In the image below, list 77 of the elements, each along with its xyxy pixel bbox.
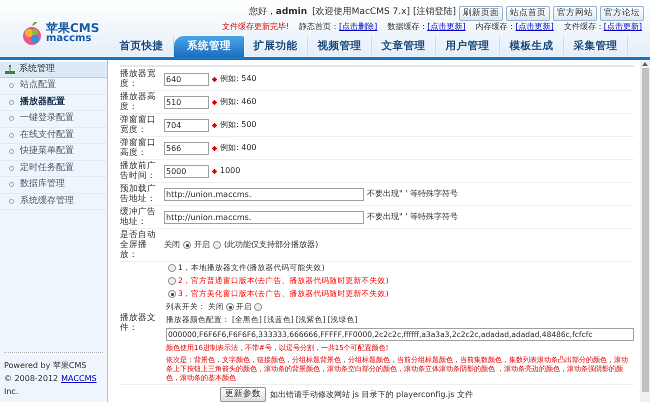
- sidebar-title: 系统管理: [19, 62, 55, 76]
- text-input[interactable]: 640: [164, 72, 209, 86]
- footer-text: Inc.: [4, 386, 20, 398]
- cache-label: 内存缓存：: [476, 21, 516, 33]
- field-label: 是否自动全屏播放：: [120, 230, 157, 260]
- hint-text: 例如: 500: [220, 119, 257, 131]
- cache-label: 数据缓存：: [387, 21, 428, 33]
- logo-title: 苹果CMS: [46, 22, 100, 34]
- menu-tab[interactable]: 采集管理: [564, 36, 628, 57]
- menu-tab[interactable]: 视频管理: [308, 36, 372, 57]
- cache-status-message: 文件缓存更新完毕!: [222, 21, 289, 33]
- radio-button[interactable]: [254, 303, 262, 311]
- cache-link[interactable]: [点击更新]: [516, 21, 554, 33]
- text-input[interactable]: 566: [164, 142, 209, 154]
- header-button[interactable]: 站点首页: [506, 6, 550, 20]
- scrollbar[interactable]: [640, 60, 650, 402]
- radio-button[interactable]: [183, 241, 191, 249]
- hint-text: 例如: 540: [220, 73, 257, 85]
- sidebar-item[interactable]: 数据库管理: [0, 177, 107, 194]
- logo-subtitle: maccms: [46, 34, 92, 44]
- radio-button[interactable]: [168, 264, 176, 272]
- sidebar-item[interactable]: 定时任务配置: [0, 160, 107, 177]
- sidebar-item[interactable]: 系统缓存管理: [0, 194, 107, 210]
- menu-tab[interactable]: 系统管理: [174, 36, 244, 57]
- header-button[interactable]: 刷新页面: [459, 6, 503, 20]
- cache-link[interactable]: [点击更新]: [604, 21, 642, 33]
- hint-text: 不要出现" ' 等特殊字符号: [367, 211, 458, 223]
- note-text: (此功能仅支持部分播放器): [224, 239, 318, 251]
- footer-link[interactable]: MACCMS: [61, 372, 97, 385]
- cache-link[interactable]: [点击更新]: [427, 21, 466, 33]
- sidebar-item[interactable]: 快捷菜单配置: [0, 144, 107, 160]
- radio-button[interactable]: [168, 290, 176, 298]
- header-button[interactable]: 官方网站: [553, 6, 597, 20]
- sitemap-icon: [5, 65, 15, 74]
- welcome-text: [欢迎使用MacCMS 7.x]: [312, 6, 410, 20]
- text-input[interactable]: 510: [164, 96, 209, 108]
- field-label: 播放器宽度：: [120, 69, 157, 89]
- cache-label: 文件缓存：: [564, 21, 604, 33]
- option-label: 关闭: [164, 239, 180, 251]
- radio-button[interactable]: [168, 277, 176, 285]
- menu-tab[interactable]: 扩展功能: [244, 36, 308, 57]
- field-label: 弹窗窗口高度：: [120, 138, 157, 158]
- field-label: 弹窗窗口宽度：: [120, 115, 157, 135]
- sidebar-item[interactable]: 一键登录配置: [0, 111, 107, 128]
- text-input[interactable]: 5000: [164, 164, 209, 178]
- field-label: 缓冲广告地址：: [120, 207, 157, 227]
- update-button[interactable]: 更新参数: [220, 387, 266, 402]
- menu-tab[interactable]: 文章管理: [372, 36, 436, 57]
- copyright-text: © 2008-2012: [4, 373, 58, 385]
- header-button[interactable]: 官方论坛: [600, 6, 644, 20]
- sidebar-item[interactable]: 播放器配置: [0, 94, 107, 111]
- radio-button[interactable]: [226, 303, 234, 311]
- sidebar-item[interactable]: 站点配置: [0, 78, 107, 94]
- text-input[interactable]: 704: [164, 118, 209, 132]
- sidebar-item[interactable]: 在线支付配置: [0, 128, 107, 144]
- hint-text: 不要出现" ' 等特殊字符号: [367, 188, 458, 200]
- apple-logo-icon: [22, 20, 42, 44]
- field-label: 播放器文件：: [120, 313, 157, 333]
- menu-tab[interactable]: 用户管理: [436, 36, 500, 57]
- hint-text: 1000: [220, 165, 240, 177]
- option-label: 开启: [194, 239, 210, 251]
- greeting-text: 您好，admin: [248, 6, 308, 20]
- cache-label: 静态首页：: [299, 21, 339, 33]
- hint-text: 例如: 460: [220, 96, 257, 108]
- field-label: 预加载广告地址：: [120, 184, 157, 204]
- field-label: 播放前广告时间：: [120, 161, 157, 181]
- footer-text: Powered by 苹果CMS: [4, 360, 88, 372]
- text-input[interactable]: http://union.maccms.: [164, 210, 364, 224]
- scroll-up-arrow-icon[interactable]: [642, 62, 648, 66]
- logout-link[interactable]: [注销登陆]: [412, 6, 456, 20]
- menu-tab[interactable]: 模板生成: [500, 36, 564, 57]
- text-input[interactable]: http://union.maccms.: [164, 188, 364, 200]
- hint-text: 例如: 400: [220, 142, 257, 154]
- cache-link[interactable]: [点击删除]: [339, 21, 378, 33]
- radio-button[interactable]: [213, 241, 221, 249]
- note-text: 如出错请手动修改网站 js 目录下的 playerconfig.js 文件: [270, 388, 473, 400]
- field-label: 播放器高度：: [120, 92, 157, 112]
